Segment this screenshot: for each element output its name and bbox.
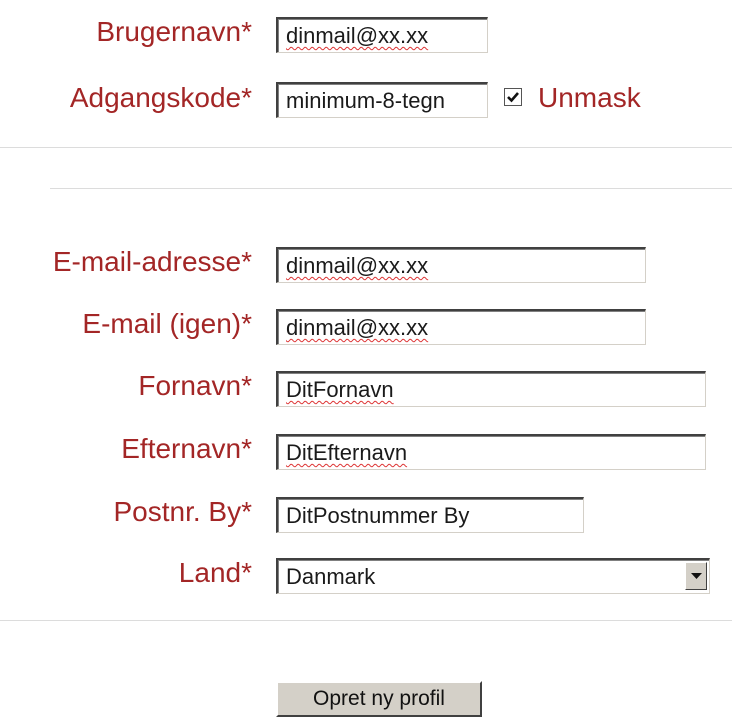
email-again-input[interactable]: dinmail@xx.xx	[276, 309, 646, 345]
postal-city-input[interactable]: DitPostnummer By	[276, 497, 584, 533]
last-name-input[interactable]: DitEfternavn	[276, 434, 706, 470]
postal-city-value: DitPostnummer By	[286, 503, 470, 528]
country-value: Danmark	[286, 564, 376, 589]
password-input[interactable]: minimum-8-tegn	[276, 82, 488, 118]
username-input[interactable]: dinmail@xx.xx	[276, 17, 488, 53]
postal-city-label-text: Postnr. By	[113, 496, 242, 527]
password-label-text: Adgangskode	[69, 82, 242, 113]
first-name-value: DitFornavn	[286, 377, 394, 402]
divider	[50, 188, 732, 189]
postal-city-label: Postnr. By*	[113, 494, 252, 530]
first-name-input[interactable]: DitFornavn	[276, 371, 706, 407]
username-label-text: Brugernavn	[96, 16, 242, 47]
username-value: dinmail@xx.xx	[286, 23, 429, 48]
last-name-label-text: Efternavn	[121, 433, 242, 464]
divider	[0, 147, 732, 148]
divider	[0, 620, 732, 621]
country-select[interactable]: Danmark	[276, 558, 710, 594]
unmask-label[interactable]: Unmask	[538, 80, 641, 116]
email-again-label-text: E-mail (igen)	[82, 308, 242, 339]
first-name-label-text: Fornavn	[138, 370, 242, 401]
create-profile-button[interactable]: Opret ny profil	[276, 681, 482, 717]
country-label: Land*	[179, 555, 252, 591]
email-again-value: dinmail@xx.xx	[286, 315, 429, 340]
required-marker: *	[241, 557, 252, 588]
required-marker: *	[241, 82, 252, 113]
checkmark-icon	[507, 92, 519, 103]
password-label: Adgangskode*	[70, 80, 252, 116]
first-name-label: Fornavn*	[138, 368, 252, 404]
email-again-label: E-mail (igen)*	[82, 306, 252, 342]
last-name-label: Efternavn*	[121, 431, 252, 467]
email-label-text: E-mail-adresse	[52, 246, 242, 277]
email-input[interactable]: dinmail@xx.xx	[276, 247, 646, 283]
country-label-text: Land	[178, 557, 242, 588]
unmask-checkbox[interactable]	[504, 88, 522, 106]
last-name-value: DitEfternavn	[286, 440, 408, 465]
username-label: Brugernavn*	[96, 14, 252, 50]
required-marker: *	[241, 246, 252, 277]
dropdown-button[interactable]	[685, 562, 707, 590]
required-marker: *	[241, 433, 252, 464]
email-value: dinmail@xx.xx	[286, 253, 429, 278]
required-marker: *	[241, 496, 252, 527]
email-label: E-mail-adresse*	[53, 244, 252, 280]
required-marker: *	[241, 16, 252, 47]
password-value: minimum-8-tegn	[286, 88, 445, 113]
required-marker: *	[241, 370, 252, 401]
chevron-down-icon	[691, 573, 702, 579]
required-marker: *	[241, 308, 252, 339]
